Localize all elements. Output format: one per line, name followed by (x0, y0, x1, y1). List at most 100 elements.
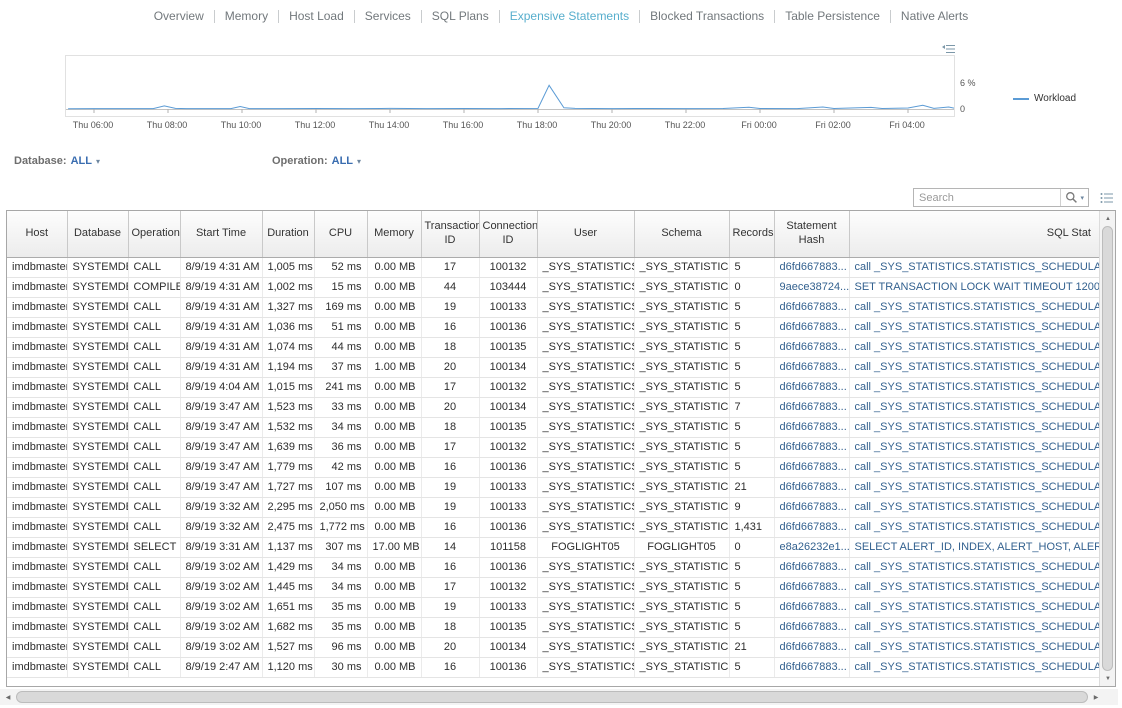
cell-sql-stat[interactable]: call _SYS_STATISTICS.STATISTICS_SCHEDULA… (849, 337, 1099, 357)
table-row[interactable]: imdbmasterSYSTEMDBCALL8/9/19 3:02 AM1,44… (7, 577, 1099, 597)
tab-overview[interactable]: Overview (154, 9, 204, 23)
cell-statement-hash[interactable]: d6fd667883... (774, 557, 849, 577)
cell-statement-hash[interactable]: d6fd667883... (774, 637, 849, 657)
search-icon[interactable]: ▾ (1060, 189, 1088, 206)
tab-memory[interactable]: Memory (225, 9, 268, 23)
table-row[interactable]: imdbmasterSYSTEMDBCALL8/9/19 3:47 AM1,72… (7, 477, 1099, 497)
cell-statement-hash[interactable]: d6fd667883... (774, 417, 849, 437)
table-row[interactable]: imdbmasterSYSTEMDBCALL8/9/19 3:47 AM1,77… (7, 457, 1099, 477)
table-row[interactable]: imdbmasterSYSTEMDBCALL8/9/19 3:32 AM2,29… (7, 497, 1099, 517)
cell-sql-stat[interactable]: call _SYS_STATISTICS.STATISTICS_SCHEDULA… (849, 617, 1099, 637)
cell-sql-stat[interactable]: call _SYS_STATISTICS.STATISTICS_SCHEDULA… (849, 457, 1099, 477)
column-header-operation[interactable]: Operation (128, 211, 180, 257)
column-header-sql-stat[interactable]: SQL Stat (849, 211, 1099, 257)
operation-filter[interactable]: Operation: ALL ▾ (272, 155, 361, 167)
scroll-left-button[interactable]: ◀ (0, 689, 16, 705)
cell-sql-stat[interactable]: SELECT ALERT_ID, INDEX, ALERT_HOST, ALER… (849, 537, 1099, 557)
cell-statement-hash[interactable]: d6fd667883... (774, 657, 849, 677)
vertical-scrollbar[interactable]: ▲ ▼ (1099, 211, 1115, 686)
cell-statement-hash[interactable]: d6fd667883... (774, 517, 849, 537)
table-options-icon[interactable] (1100, 191, 1114, 209)
cell-statement-hash[interactable]: d6fd667883... (774, 617, 849, 637)
column-header-schema[interactable]: Schema (634, 211, 729, 257)
cell-statement-hash[interactable]: d6fd667883... (774, 317, 849, 337)
cell-sql-stat[interactable]: call _SYS_STATISTICS.STATISTICS_SCHEDULA… (849, 517, 1099, 537)
table-row[interactable]: imdbmasterSYSTEMDBCALL8/9/19 4:04 AM1,01… (7, 377, 1099, 397)
search-box[interactable]: ▾ (913, 188, 1089, 207)
column-header-statement-hash[interactable]: Statement Hash (774, 211, 849, 257)
tab-table-persistence[interactable]: Table Persistence (785, 9, 880, 23)
column-header-host[interactable]: Host (7, 211, 67, 257)
cell-sql-stat[interactable]: call _SYS_STATISTICS.STATISTICS_SCHEDULA… (849, 377, 1099, 397)
cell-sql-stat[interactable]: call _SYS_STATISTICS.STATISTICS_SCHEDULA… (849, 437, 1099, 457)
tab-expensive-statements[interactable]: Expensive Statements (510, 9, 629, 23)
table-row[interactable]: imdbmasterSYSTEMDBCALL8/9/19 3:02 AM1,42… (7, 557, 1099, 577)
search-input[interactable] (914, 192, 1060, 204)
table-row[interactable]: imdbmasterSYSTEMDBCALL8/9/19 3:47 AM1,63… (7, 437, 1099, 457)
cell-sql-stat[interactable]: call _SYS_STATISTICS.STATISTICS_SCHEDULA… (849, 497, 1099, 517)
cell-statement-hash[interactable]: 9aece38724... (774, 277, 849, 297)
cell-sql-stat[interactable]: call _SYS_STATISTICS.STATISTICS_SCHEDULA… (849, 577, 1099, 597)
cell-sql-stat[interactable]: call _SYS_STATISTICS.STATISTICS_SCHEDULA… (849, 257, 1099, 277)
column-header-records[interactable]: Records (729, 211, 774, 257)
cell-statement-hash[interactable]: d6fd667883... (774, 577, 849, 597)
tab-blocked-transactions[interactable]: Blocked Transactions (650, 9, 764, 23)
tab-native-alerts[interactable]: Native Alerts (901, 9, 968, 23)
table-row[interactable]: imdbmasterSYSTEMDBCALL8/9/19 4:31 AM1,07… (7, 337, 1099, 357)
table-row[interactable]: imdbmasterSYSTEMDBSELECT8/9/19 3:31 AM1,… (7, 537, 1099, 557)
column-header-connection-id[interactable]: Connection ID (479, 211, 537, 257)
column-header-duration[interactable]: Duration (262, 211, 314, 257)
cell-sql-stat[interactable]: call _SYS_STATISTICS.STATISTICS_SCHEDULA… (849, 477, 1099, 497)
column-header-start-time[interactable]: Start Time (180, 211, 262, 257)
cell-statement-hash[interactable]: d6fd667883... (774, 457, 849, 477)
table-row[interactable]: imdbmasterSYSTEMDBCALL8/9/19 4:31 AM1,19… (7, 357, 1099, 377)
cell-statement-hash[interactable]: d6fd667883... (774, 497, 849, 517)
cell-sql-stat[interactable]: call _SYS_STATISTICS.STATISTICS_SCHEDULA… (849, 297, 1099, 317)
table-row[interactable]: imdbmasterSYSTEMDBCALL8/9/19 4:31 AM1,32… (7, 297, 1099, 317)
table-row[interactable]: imdbmasterSYSTEMDBCALL8/9/19 2:47 AM1,12… (7, 657, 1099, 677)
cell-statement-hash[interactable]: d6fd667883... (774, 377, 849, 397)
tab-services[interactable]: Services (365, 9, 411, 23)
tab-host-load[interactable]: Host Load (289, 9, 344, 23)
vertical-scroll-thumb[interactable] (1102, 226, 1113, 671)
cell-statement-hash[interactable]: d6fd667883... (774, 257, 849, 277)
horizontal-scroll-thumb[interactable] (16, 691, 1088, 703)
scroll-down-button[interactable]: ▼ (1100, 671, 1116, 686)
column-header-database[interactable]: Database (67, 211, 128, 257)
table-row[interactable]: imdbmasterSYSTEMDBCALL8/9/19 3:47 AM1,52… (7, 397, 1099, 417)
table-row[interactable]: imdbmasterSYSTEMDBCALL8/9/19 4:31 AM1,03… (7, 317, 1099, 337)
table-row[interactable]: imdbmasterSYSTEMDBCALL8/9/19 3:47 AM1,53… (7, 417, 1099, 437)
cell-sql-stat[interactable]: call _SYS_STATISTICS.STATISTICS_SCHEDULA… (849, 317, 1099, 337)
cell-sql-stat[interactable]: SET TRANSACTION LOCK WAIT TIMEOUT 120000 (849, 277, 1099, 297)
cell-sql-stat[interactable]: call _SYS_STATISTICS.STATISTICS_SCHEDULA… (849, 397, 1099, 417)
cell-sql-stat[interactable]: call _SYS_STATISTICS.STATISTICS_SCHEDULA… (849, 637, 1099, 657)
cell-statement-hash[interactable]: d6fd667883... (774, 337, 849, 357)
cell-statement-hash[interactable]: d6fd667883... (774, 477, 849, 497)
cell-statement-hash[interactable]: d6fd667883... (774, 357, 849, 377)
column-header-user[interactable]: User (537, 211, 634, 257)
database-filter-value[interactable]: ALL (71, 155, 92, 167)
table-row[interactable]: imdbmasterSYSTEMDBCALL8/9/19 3:02 AM1,68… (7, 617, 1099, 637)
cell-statement-hash[interactable]: d6fd667883... (774, 437, 849, 457)
column-header-memory[interactable]: Memory (367, 211, 421, 257)
cell-statement-hash[interactable]: d6fd667883... (774, 597, 849, 617)
cell-sql-stat[interactable]: call _SYS_STATISTICS.STATISTICS_SCHEDULA… (849, 417, 1099, 437)
table-row[interactable]: imdbmasterSYSTEMDBCOMPILE8/9/19 4:31 AM1… (7, 277, 1099, 297)
cell-statement-hash[interactable]: d6fd667883... (774, 297, 849, 317)
table-row[interactable]: imdbmasterSYSTEMDBCALL8/9/19 3:02 AM1,65… (7, 597, 1099, 617)
column-header-cpu[interactable]: CPU (314, 211, 367, 257)
horizontal-scrollbar[interactable]: ◀ ▶ (0, 689, 1104, 705)
cell-sql-stat[interactable]: call _SYS_STATISTICS.STATISTICS_SCHEDULA… (849, 357, 1099, 377)
cell-sql-stat[interactable]: call _SYS_STATISTICS.STATISTICS_SCHEDULA… (849, 597, 1099, 617)
table-row[interactable]: imdbmasterSYSTEMDBCALL8/9/19 3:32 AM2,47… (7, 517, 1099, 537)
operation-filter-value[interactable]: ALL (332, 155, 353, 167)
tab-sql-plans[interactable]: SQL Plans (432, 9, 489, 23)
cell-sql-stat[interactable]: call _SYS_STATISTICS.STATISTICS_SCHEDULA… (849, 557, 1099, 577)
database-filter[interactable]: Database: ALL ▾ (14, 155, 100, 167)
scroll-up-button[interactable]: ▲ (1100, 211, 1116, 226)
table-row[interactable]: imdbmasterSYSTEMDBCALL8/9/19 4:31 AM1,00… (7, 257, 1099, 277)
table-row[interactable]: imdbmasterSYSTEMDBCALL8/9/19 3:02 AM1,52… (7, 637, 1099, 657)
scroll-right-button[interactable]: ▶ (1088, 689, 1104, 705)
cell-sql-stat[interactable]: call _SYS_STATISTICS.STATISTICS_SCHEDULA… (849, 657, 1099, 677)
cell-statement-hash[interactable]: d6fd667883... (774, 397, 849, 417)
